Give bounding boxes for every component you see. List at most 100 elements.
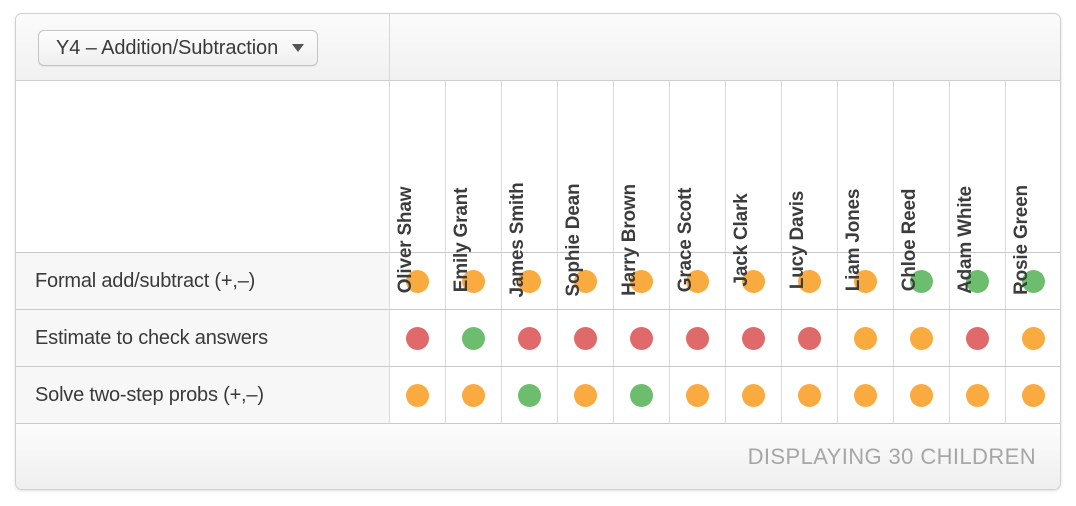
rating-dot-red (629, 326, 653, 350)
objective-label[interactable]: Formal add/subtract (+,–) (16, 252, 390, 310)
rating-cell[interactable] (501, 309, 558, 367)
chevron-down-icon (292, 44, 305, 52)
rating-cell[interactable] (389, 366, 446, 424)
pupil-name-label: Adam White (955, 186, 976, 294)
pupil-header-inner: Liam Jones (838, 81, 893, 292)
unit-select-dropdown[interactable]: Y4 – Addition/Subtraction (38, 30, 319, 66)
toolbar-divider (389, 14, 390, 80)
rating-dot-amber (853, 326, 877, 350)
pupil-name-label: Jack Clark (731, 193, 752, 287)
rating-dot-amber (965, 383, 989, 407)
rating-cell[interactable] (837, 366, 894, 424)
rating-cell[interactable] (837, 309, 894, 367)
pupil-header-inner: James Smith (502, 81, 557, 297)
pupil-column-header[interactable]: Emily Grant (445, 81, 502, 292)
pupil-header-inner: Jack Clark (726, 81, 781, 286)
rating-dot-red (405, 326, 429, 350)
pupil-column-header[interactable]: Rosie Green (1005, 81, 1061, 295)
rating-dot-amber (461, 383, 485, 407)
rating-cell[interactable] (557, 366, 614, 424)
unit-select-label: Y4 – Addition/Subtraction (56, 36, 279, 59)
objective-label[interactable]: Solve two-step probs (+,–) (16, 366, 390, 424)
grid-header-row: Oliver Shaw Emily Grant James Smith Sophie … (16, 81, 1061, 298)
rating-dot-green (629, 383, 653, 407)
rating-cell[interactable] (613, 309, 670, 367)
rating-dot-green (461, 326, 485, 350)
rating-dot-amber (1021, 326, 1045, 350)
pupil-name-label: Liam Jones (843, 188, 864, 292)
rating-dot-amber (685, 383, 709, 407)
pupil-column-header[interactable]: Harry Brown (613, 81, 670, 296)
rating-cell[interactable] (949, 309, 1006, 367)
rating-dot-red (517, 326, 541, 350)
pupil-name-label: Sophie Dean (563, 183, 584, 297)
rating-cell[interactable] (1005, 309, 1060, 367)
pupil-column-header[interactable]: Oliver Shaw (389, 81, 446, 294)
rating-cell[interactable] (669, 366, 726, 424)
rating-dot-amber (909, 326, 933, 350)
rating-dot-red (741, 326, 765, 350)
rating-cell[interactable] (893, 366, 950, 424)
rating-cell[interactable] (669, 309, 726, 367)
assessment-tracker-card: Y4 – Addition/Subtraction Oliver Shaw Emi… (15, 13, 1061, 490)
rating-cell[interactable] (501, 366, 558, 424)
pupil-name-label: Rosie Green (1011, 185, 1033, 295)
pupil-name-label: Lucy Davis (787, 190, 808, 290)
pupil-name-label: Emily Grant (451, 187, 472, 293)
rating-cell[interactable] (893, 309, 950, 367)
pupil-header-inner: Adam White (950, 81, 1005, 294)
rating-dot-red (573, 326, 597, 350)
rating-cell[interactable] (781, 366, 838, 424)
pupil-column-header[interactable]: Grace Scott (669, 81, 726, 292)
rating-cell[interactable] (445, 309, 502, 367)
rating-cell[interactable] (557, 309, 614, 367)
rating-dot-red (965, 326, 989, 350)
pupil-header-inner: Oliver Shaw (390, 81, 445, 294)
rating-cell[interactable] (781, 309, 838, 367)
pupil-header-inner: Chloe Reed (894, 81, 949, 292)
rating-cell[interactable] (613, 366, 670, 424)
rating-dot-amber (405, 383, 429, 407)
pupil-header-inner: Emily Grant (446, 81, 501, 292)
pupil-column-header[interactable]: Adam White (949, 81, 1006, 294)
rating-dot-red (685, 326, 709, 350)
rating-cell[interactable] (725, 309, 782, 367)
rating-cell[interactable] (445, 366, 502, 424)
objective-row: Solve two-step probs (+,–) (16, 366, 1060, 424)
rating-cell[interactable] (1005, 366, 1060, 424)
pupil-header-inner: Sophie Dean (558, 81, 613, 297)
pupil-name-label: James Smith (507, 182, 528, 298)
assessment-grid: Oliver Shaw Emily Grant James Smith Sophie … (16, 81, 1061, 424)
rating-dot-amber (573, 383, 597, 407)
rating-cell[interactable] (949, 366, 1006, 424)
toolbar: Y4 – Addition/Subtraction (16, 14, 1060, 81)
pupil-name-label: Harry Brown (619, 184, 640, 296)
footer: DISPLAYING 30 CHILDREN (16, 423, 1060, 489)
rating-dot-amber (741, 383, 765, 407)
grid-corner-cell (16, 81, 390, 253)
pupil-column-header[interactable]: Sophie Dean (557, 81, 614, 297)
objective-row: Estimate to check answers (16, 309, 1060, 367)
pupil-column-header[interactable]: Lucy Davis (781, 81, 838, 289)
pupil-header-inner: Rosie Green (1006, 81, 1061, 295)
pupil-name-label: Oliver Shaw (395, 186, 416, 294)
rating-dot-amber (797, 383, 821, 407)
rating-dot-amber (1021, 383, 1045, 407)
pupil-name-label: Chloe Reed (899, 188, 920, 292)
pupil-header-inner: Lucy Davis (782, 81, 837, 289)
rating-dot-amber (909, 383, 933, 407)
displaying-count-label: DISPLAYING 30 CHILDREN (747, 443, 1036, 469)
pupil-column-header[interactable]: Chloe Reed (893, 81, 950, 292)
objective-label[interactable]: Estimate to check answers (16, 309, 390, 367)
rating-dot-red (797, 326, 821, 350)
rating-cell[interactable] (725, 366, 782, 424)
rating-dot-amber (853, 383, 877, 407)
rating-dot-green (517, 383, 541, 407)
pupil-header-inner: Harry Brown (614, 81, 669, 296)
pupil-header-inner: Grace Scott (670, 81, 725, 292)
pupil-name-label: Grace Scott (675, 187, 696, 293)
rating-cell[interactable] (389, 309, 446, 367)
pupil-column-header[interactable]: Jack Clark (725, 81, 782, 287)
pupil-column-header[interactable]: James Smith (501, 81, 558, 298)
pupil-column-header[interactable]: Liam Jones (837, 81, 894, 292)
